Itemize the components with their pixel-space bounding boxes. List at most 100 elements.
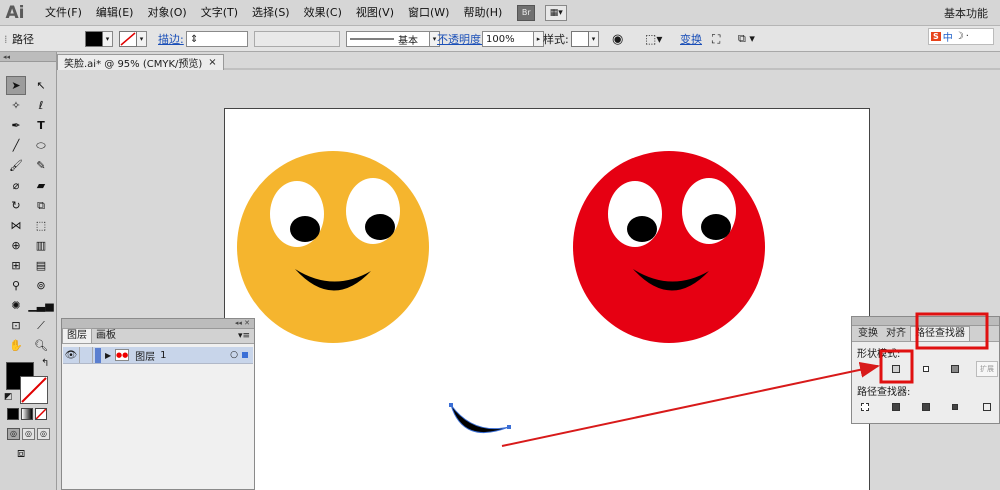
pathfinder-panel-header[interactable] (852, 317, 999, 326)
color-icon[interactable] (7, 408, 19, 420)
minus-front-icon[interactable] (889, 363, 903, 375)
isolate-icon[interactable]: ⛶ (712, 30, 720, 48)
selection-tool-icon[interactable]: ➤ (6, 76, 26, 95)
layer-name[interactable]: 图层 (135, 348, 155, 363)
artboard-tool-icon[interactable]: ⊡ (6, 316, 26, 335)
ime-toolbar[interactable]: S 中 ☽ · (928, 28, 994, 45)
tools-panel-header[interactable]: ◂◂ (0, 52, 56, 62)
mesh-tool-icon[interactable]: ⊞ (6, 256, 26, 275)
swap-colors-icon[interactable]: ↰ (41, 358, 49, 369)
pen-tool-icon[interactable]: ✒ (6, 116, 26, 135)
workspace-switcher[interactable]: 基本功能 (944, 5, 988, 21)
eyedropper-tool-icon[interactable]: ⚲ (6, 276, 26, 295)
pupil-left-2[interactable] (365, 214, 395, 240)
align-grid-icon[interactable]: ⬚▾ (645, 30, 662, 48)
visibility-eye-icon[interactable]: 👁︎ (63, 350, 79, 361)
menu-view[interactable]: 视图(V) (349, 0, 401, 26)
artboard[interactable] (224, 108, 870, 490)
anchor-point[interactable] (507, 425, 511, 429)
direct-selection-tool-icon[interactable]: ↖ (31, 76, 51, 95)
tab-transform[interactable]: 变换 (854, 327, 882, 341)
pencil-tool-icon[interactable]: ✎ (31, 156, 51, 175)
hand-tool-icon[interactable]: ✋ (6, 336, 26, 355)
lock-toggle[interactable] (79, 347, 93, 363)
opacity-field[interactable]: 100% ▸ (482, 30, 544, 48)
rotate-tool-icon[interactable]: ↻ (6, 196, 26, 215)
stroke-style-dropdown[interactable]: 基本 ▾ (346, 30, 440, 48)
smiley-face-right[interactable] (573, 151, 765, 343)
menu-object[interactable]: 对象(O) (140, 0, 193, 26)
pupil-right-1[interactable] (627, 216, 657, 242)
tab-align[interactable]: 对齐 (882, 327, 910, 341)
menu-help[interactable]: 帮助(H) (456, 0, 509, 26)
default-colors-icon[interactable]: ◩ (4, 392, 13, 402)
merge-icon[interactable] (919, 401, 933, 413)
column-graph-tool-icon[interactable]: ▁▃▅ (28, 296, 53, 315)
slice-tool-icon[interactable]: ⟋ (31, 316, 51, 335)
gradient-icon[interactable] (21, 408, 33, 420)
face-circle-right[interactable] (573, 151, 765, 343)
pupil-right-2[interactable] (701, 214, 731, 240)
tab-pathfinder[interactable]: 路径查找器 (910, 326, 970, 341)
opacity-link[interactable]: 不透明度: (437, 30, 485, 48)
menu-file[interactable]: 文件(F) (38, 0, 89, 26)
fill-swatch[interactable]: ▾ (85, 30, 113, 48)
gradient-tool-icon[interactable]: ▤ (31, 256, 51, 275)
bridge-button[interactable]: Br (517, 4, 536, 21)
stroke-weight-field[interactable]: ⇕ (186, 30, 248, 48)
magic-wand-tool-icon[interactable]: ✧ (6, 96, 26, 115)
smiley-face-left[interactable] (237, 151, 429, 343)
menu-type[interactable]: 文字(T) (194, 0, 245, 26)
stroke-swatch[interactable]: ▾ (119, 30, 147, 48)
scale-tool-icon[interactable]: ⧉ (31, 196, 51, 215)
tab-layers[interactable]: 图层 (62, 328, 92, 343)
draw-normal-icon[interactable]: ◎ (7, 428, 20, 440)
expand-triangle-icon[interactable]: ▶ (105, 351, 111, 360)
menu-window[interactable]: 窗口(W) (401, 0, 456, 26)
selection-indicator-icon[interactable] (242, 352, 248, 358)
stroke-color-swatch[interactable] (20, 376, 48, 404)
blend-tool-icon[interactable]: ⊚ (31, 276, 51, 295)
width-tool-icon[interactable]: ⋈ (6, 216, 26, 235)
type-tool-icon[interactable]: T (31, 116, 51, 135)
opacity-input[interactable]: 100% (482, 31, 534, 47)
arrange-documents-icon[interactable]: ▦▾ (545, 4, 568, 21)
crop-icon[interactable] (948, 401, 962, 413)
target-circle-icon[interactable]: ○ (230, 350, 238, 360)
transform-link[interactable]: 变换 (680, 30, 702, 48)
divide-icon[interactable] (858, 401, 872, 413)
symbol-sprayer-tool-icon[interactable]: ✺ (6, 296, 26, 315)
document-tab[interactable]: 笑脸.ai* @ 95% (CMYK/预览) × (57, 54, 224, 70)
free-transform-tool-icon[interactable]: ⬚ (31, 216, 51, 235)
variable-width-field[interactable] (254, 30, 340, 48)
paintbrush-tool-icon[interactable]: 🖌︎ (6, 156, 26, 175)
layer-row[interactable]: 👁︎ ▶ ●● 图层 1 ○ (63, 347, 253, 364)
exclude-icon[interactable] (948, 363, 962, 375)
lasso-tool-icon[interactable]: ℓ (31, 96, 51, 115)
recolor-icon[interactable]: ◉ (612, 30, 623, 48)
tab-artboards[interactable]: 画板 (92, 329, 120, 343)
pupil-left-1[interactable] (290, 216, 320, 242)
shape-builder-tool-icon[interactable]: ⊕ (6, 236, 26, 255)
stroke-link[interactable]: 描边: (158, 30, 184, 48)
panel-menu-icon[interactable]: ⧉ ▾ (738, 30, 755, 48)
ellipse-tool-icon[interactable]: ⬭ (31, 136, 51, 155)
intersect-icon[interactable] (919, 363, 933, 375)
anchor-point[interactable] (449, 403, 453, 407)
unite-icon[interactable] (858, 363, 872, 375)
zoom-tool-icon[interactable]: 🔍︎ (31, 336, 51, 355)
screen-mode-icon[interactable]: ⧈ (17, 446, 25, 461)
graphic-style-swatch[interactable]: ▾ (571, 30, 599, 48)
variable-width-dropdown[interactable] (254, 31, 340, 47)
artwork-canvas[interactable] (225, 109, 871, 490)
outline-icon[interactable] (980, 401, 994, 413)
menu-select[interactable]: 选择(S) (245, 0, 297, 26)
face-circle-left[interactable] (237, 151, 429, 343)
trim-icon[interactable] (889, 401, 903, 413)
mouth-copy[interactable] (450, 404, 510, 434)
draw-inside-icon[interactable]: ◎ (37, 428, 50, 440)
stroke-weight-stepper[interactable]: ⇕ (186, 31, 248, 47)
blob-brush-tool-icon[interactable]: ⌀ (6, 176, 26, 195)
draw-behind-icon[interactable]: ◎ (22, 428, 35, 440)
none-icon[interactable] (35, 408, 47, 420)
